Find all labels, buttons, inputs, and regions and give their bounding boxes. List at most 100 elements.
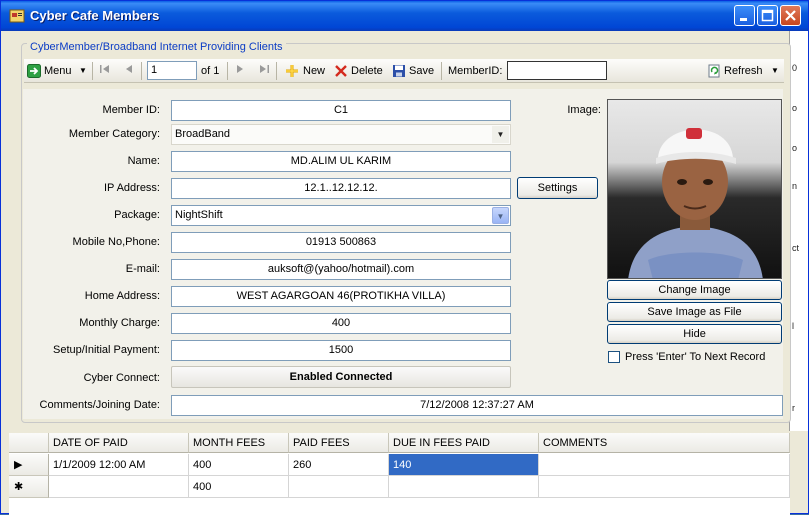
toolbar-separator [141, 62, 142, 80]
maximize-icon [761, 9, 774, 22]
move-first-button[interactable] [99, 63, 111, 79]
column-header-paid-fees[interactable]: PAID FEES [289, 433, 389, 453]
home-address-field[interactable]: WEST AGARGOAN 46(PROTIKHA VILLA) [171, 286, 511, 307]
window-title: Cyber Cafe Members [30, 8, 160, 23]
strip-text: o [792, 143, 798, 153]
chevron-down-icon[interactable]: ▼ [492, 207, 509, 224]
refresh-button[interactable]: Refresh [724, 63, 763, 79]
toolbar-separator [441, 62, 442, 80]
app-window: Cyber Cafe Members 0 o o n ct l r CyberM… [0, 0, 809, 515]
toolbar-separator [276, 62, 277, 80]
payments-grid: DATE OF PAID MONTH FEES PAID FEES DUE IN… [9, 433, 790, 515]
memberid-search-input[interactable] [507, 61, 607, 80]
maximize-button[interactable] [757, 5, 778, 26]
name-field[interactable]: MD.ALIM UL KARIM [171, 151, 511, 172]
group-caption: CyberMember/Broadband Internet Providing… [27, 41, 286, 53]
monthly-charge-label: Monthly Charge: [79, 317, 160, 329]
image-label: Image: [567, 104, 601, 116]
setup-payment-label: Setup/Initial Payment: [52, 344, 160, 356]
member-photo-image [628, 128, 763, 278]
save-image-button[interactable]: Save Image as File [607, 302, 782, 322]
close-button[interactable] [780, 5, 801, 26]
mobile-label: Mobile No,Phone: [72, 236, 160, 248]
move-last-button[interactable] [258, 63, 270, 79]
table-cell-selected[interactable]: 140 [389, 454, 539, 476]
strip-text: ct [792, 243, 800, 253]
mobile-field[interactable]: 01913 500863 [171, 232, 511, 253]
save-icon [393, 65, 405, 77]
chevron-down-icon[interactable]: ▼ [79, 63, 87, 79]
name-label: Name: [127, 155, 160, 167]
position-input[interactable]: 1 [147, 61, 197, 80]
strip-text: n [792, 181, 798, 191]
email-field[interactable]: auksoft@(yahoo/hotmail).com [171, 259, 511, 280]
table-cell[interactable]: 260 [289, 454, 389, 476]
home-address-label: Home Address: [84, 290, 160, 302]
settings-button[interactable]: Settings [517, 177, 598, 199]
menu-dropdown-button[interactable]: Menu [44, 63, 72, 79]
member-category-select[interactable]: BroadBand ▼ [171, 124, 511, 145]
count-label: of 1 [201, 65, 220, 77]
strip-text: 0 [792, 63, 798, 73]
monthly-charge-field[interactable]: 400 [171, 313, 511, 334]
strip-text: o [792, 103, 798, 113]
member-category-label: Member Category: [68, 128, 160, 140]
memberid-search-label: MemberID: [448, 65, 503, 77]
new-button[interactable]: New [303, 63, 325, 79]
comments-field[interactable]: 7/12/2008 12:37:27 AM [171, 395, 783, 416]
grid-corner-header [9, 433, 49, 453]
strip-text: r [792, 403, 795, 413]
change-image-button[interactable]: Change Image [607, 280, 782, 300]
member-id-field[interactable]: C1 [171, 100, 511, 121]
title-bar[interactable]: Cyber Cafe Members [1, 1, 808, 31]
next-record-checkbox[interactable] [608, 351, 620, 363]
move-previous-icon [126, 65, 132, 73]
minimize-icon [740, 18, 747, 21]
toolbar-separator [227, 62, 228, 80]
delete-button[interactable]: Delete [351, 63, 383, 79]
cyber-connect-label: Cyber Connect: [83, 372, 160, 384]
cyber-connect-button[interactable]: Enabled Connected [171, 366, 511, 388]
table-cell[interactable] [389, 476, 539, 498]
package-select[interactable]: NightShift ▼ [171, 205, 511, 226]
row-header-current[interactable]: ▶ [9, 454, 49, 476]
member-id-label: Member ID: [102, 104, 160, 116]
save-button[interactable]: Save [409, 63, 434, 79]
ip-address-field[interactable]: 12.1..12.12.12. [171, 178, 511, 199]
column-header-due[interactable]: DUE IN FEES PAID [389, 433, 539, 453]
move-last-icon [260, 65, 269, 73]
toolbar-separator [92, 62, 93, 80]
move-first-icon [100, 65, 109, 73]
column-header-date[interactable]: DATE OF PAID [49, 433, 189, 453]
setup-payment-field[interactable]: 1500 [171, 340, 511, 361]
move-next-button[interactable] [234, 63, 246, 79]
package-value: NightShift [175, 209, 223, 221]
email-label: E-mail: [125, 263, 160, 275]
column-header-comments[interactable]: COMMENTS [539, 433, 790, 453]
table-cell[interactable] [49, 476, 189, 498]
table-cell[interactable] [539, 454, 790, 476]
background-window-strip: 0 o o n ct l r [789, 31, 808, 431]
chevron-down-icon[interactable]: ▼ [492, 126, 509, 143]
table-cell[interactable]: 1/1/2009 12:00 AM [49, 454, 189, 476]
app-icon [9, 9, 25, 23]
close-icon [785, 10, 796, 21]
package-label: Package: [114, 209, 160, 221]
member-category-value: BroadBand [175, 128, 231, 140]
refresh-icon [708, 64, 720, 78]
row-header-new[interactable]: ✱ [9, 476, 49, 498]
hide-image-button[interactable]: Hide [607, 324, 782, 344]
comments-label: Comments/Joining Date: [39, 399, 160, 411]
table-cell[interactable]: 400 [189, 476, 289, 498]
minimize-button[interactable] [734, 5, 755, 26]
add-icon [286, 65, 298, 77]
move-next-icon [237, 65, 243, 73]
chevron-down-icon[interactable]: ▼ [771, 63, 779, 79]
binding-navigator-toolbar: Menu ▼ 1 of 1 New Delete Save MemberID: … [24, 59, 784, 83]
table-cell[interactable] [539, 476, 790, 498]
menu-icon [27, 64, 41, 78]
move-previous-button[interactable] [123, 63, 135, 79]
table-cell[interactable] [289, 476, 389, 498]
table-cell[interactable]: 400 [189, 454, 289, 476]
column-header-month-fees[interactable]: MONTH FEES [189, 433, 289, 453]
